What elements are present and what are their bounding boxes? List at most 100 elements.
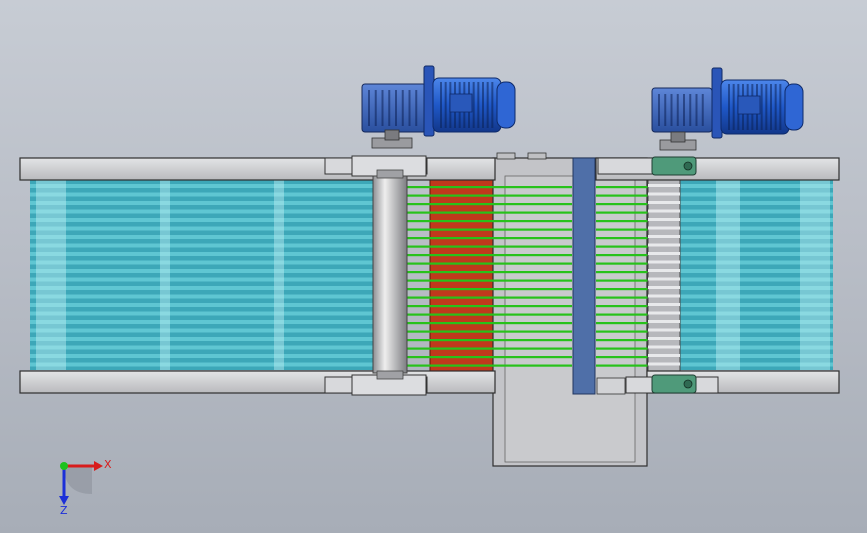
fin [779, 84, 782, 130]
fin [491, 82, 494, 128]
belt-slat [30, 252, 373, 256]
shaft-ring [648, 286, 680, 289]
fin [664, 94, 667, 126]
fin [658, 94, 660, 126]
belt-slat [30, 337, 373, 341]
motor-endcap [496, 81, 516, 129]
belt-slat [30, 209, 373, 214]
shaft-ring [648, 345, 680, 349]
green-strand [406, 237, 572, 240]
fin [732, 84, 735, 130]
green-strand [406, 347, 572, 350]
fin [408, 90, 411, 126]
belt-slat [30, 354, 373, 358]
green-strand [596, 330, 648, 333]
coordinate-triad: X Z [59, 458, 112, 517]
green-strand [406, 186, 572, 189]
shaft-ring [648, 201, 680, 204]
shaft-ring [648, 260, 680, 264]
right-bearing-bottom[interactable] [651, 374, 697, 394]
left-belt-bed [30, 180, 373, 370]
green-strand [596, 305, 648, 308]
belt-slat [30, 243, 373, 248]
shaft-ring [648, 294, 680, 298]
fin [701, 94, 704, 126]
fin [444, 82, 447, 128]
shaft-ring [648, 243, 680, 247]
fin [440, 82, 442, 128]
fin [695, 94, 698, 126]
green-strand [596, 194, 648, 197]
fin [670, 94, 673, 126]
shaft-ring [648, 209, 680, 213]
green-strand [596, 339, 648, 342]
belt-highlight [716, 180, 740, 370]
fin [760, 84, 763, 130]
right-conveyor[interactable] [680, 180, 833, 370]
green-strand [406, 194, 572, 197]
shaft-ring [648, 226, 680, 230]
shaft-ring [648, 362, 680, 366]
motor-endcap [784, 83, 804, 131]
belt-slat [30, 260, 373, 265]
housing-blue-slot [572, 157, 596, 395]
center-housing[interactable] [492, 152, 648, 467]
green-strand [596, 262, 648, 265]
green-strand [406, 288, 572, 291]
shaft-ring [648, 252, 680, 255]
green-strand [406, 313, 572, 316]
output-shaft [384, 129, 400, 141]
terminal-box [449, 93, 473, 113]
right-drive-shaft[interactable] [647, 175, 681, 374]
left-conveyor[interactable] [30, 180, 373, 370]
green-strand [406, 322, 572, 325]
housing-top-tab-1 [496, 152, 516, 160]
red-guard-panel[interactable] [429, 176, 495, 372]
y-axis-dot [60, 462, 68, 470]
green-strand [596, 356, 648, 359]
shaft-ring [648, 269, 680, 272]
belt-highlight [800, 180, 830, 370]
green-strand [406, 254, 572, 257]
fin [374, 90, 377, 126]
belt-slat [30, 328, 373, 333]
shaft-ring [648, 337, 680, 340]
belt-slat [30, 286, 373, 290]
green-strand [596, 288, 648, 291]
left-drive-roller[interactable] [372, 169, 408, 380]
top-bearing-plate-right [597, 157, 661, 175]
housing-inner-panel [504, 175, 636, 463]
x-axis-label: X [104, 458, 112, 471]
output-shaft [670, 131, 686, 143]
green-strand [406, 279, 572, 282]
belt-slat [30, 226, 373, 231]
terminal-box [737, 95, 761, 115]
green-strand [596, 322, 648, 325]
green-strand [596, 254, 648, 257]
green-strand [406, 271, 572, 274]
fin [472, 82, 475, 128]
gear-motor-right[interactable] [651, 67, 804, 151]
green-strand [406, 330, 572, 333]
fin [774, 84, 777, 130]
green-strand [406, 364, 572, 367]
cad-viewport[interactable]: X Z [0, 0, 867, 533]
gear-motor-left[interactable] [361, 65, 516, 149]
fin [770, 84, 772, 130]
shaft-ring [648, 192, 680, 196]
green-strand [596, 228, 648, 231]
belt-slat [30, 294, 373, 299]
shaft-ring [648, 235, 680, 238]
fin [388, 90, 391, 126]
fin [765, 84, 768, 130]
shaft-ring [648, 354, 680, 357]
belt-slat [30, 235, 373, 239]
green-strand [596, 347, 648, 350]
fin [401, 90, 404, 126]
belt-slat [30, 218, 373, 222]
right-bearing-top[interactable] [651, 156, 697, 176]
green-strand [406, 211, 572, 214]
belt-slat [30, 269, 373, 273]
fin [415, 90, 418, 126]
fin [477, 82, 480, 128]
